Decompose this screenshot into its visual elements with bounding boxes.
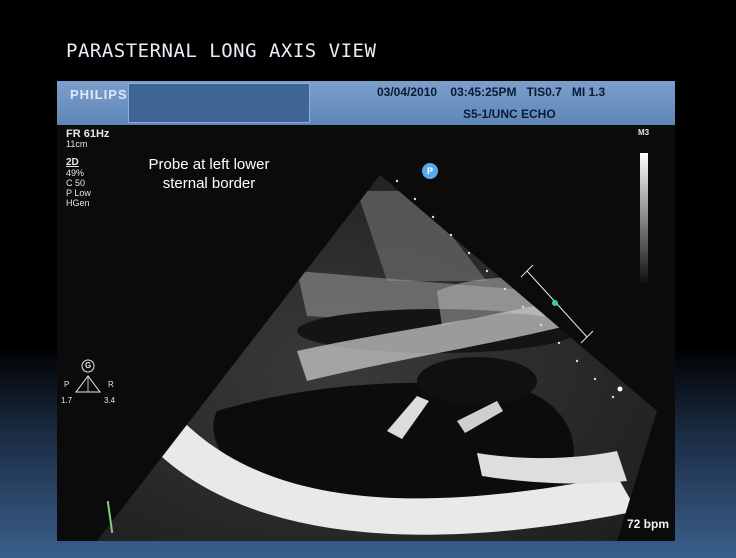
orientation-right-value: 3.4 (104, 396, 116, 405)
annotation-line-2: sternal border (162, 175, 256, 192)
echo-sector-image (97, 175, 657, 541)
ultrasound-screen: PHILIPS 03/04/2010 03:45:25PM TIS0.7 MI … (57, 81, 675, 541)
probe-annotation: Probe at left lower sternal border (131, 155, 287, 193)
probe-marker-icon: P (422, 163, 438, 179)
orientation-left-value: 1.7 (61, 396, 73, 405)
heart-rate: 72 bpm (627, 517, 670, 531)
grayscale-bar (640, 153, 648, 283)
orientation-indicator: G P R 1.7 3.4 (60, 358, 120, 408)
grayscale-label: M3 (638, 128, 650, 137)
slide-title: PARASTERNAL LONG AXIS VIEW (66, 40, 377, 62)
orientation-glyph: G (85, 361, 92, 370)
orientation-right: R (108, 380, 114, 389)
format-label: JPEG (580, 500, 602, 509)
annotation-line-1: Probe at left lower (148, 156, 270, 173)
orientation-left: P (64, 380, 70, 389)
